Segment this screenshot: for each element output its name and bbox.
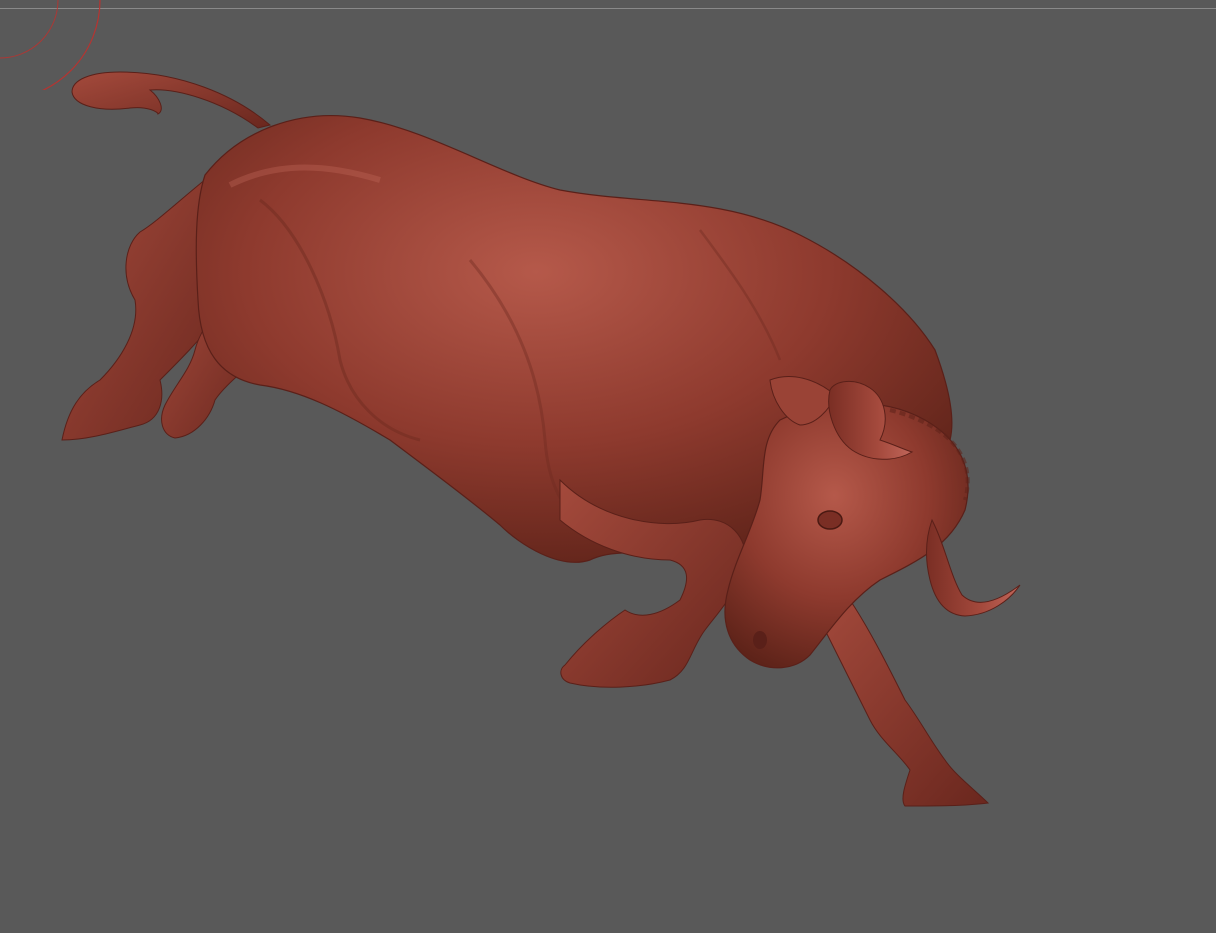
bull-eye [817,510,843,530]
bull-tail [71,71,272,129]
sculpt-viewport[interactable] [0,0,1216,933]
bull-front-leg-extended [809,599,990,807]
bull-sculpture-model[interactable] [0,0,1216,933]
bull-nostril [753,631,767,649]
